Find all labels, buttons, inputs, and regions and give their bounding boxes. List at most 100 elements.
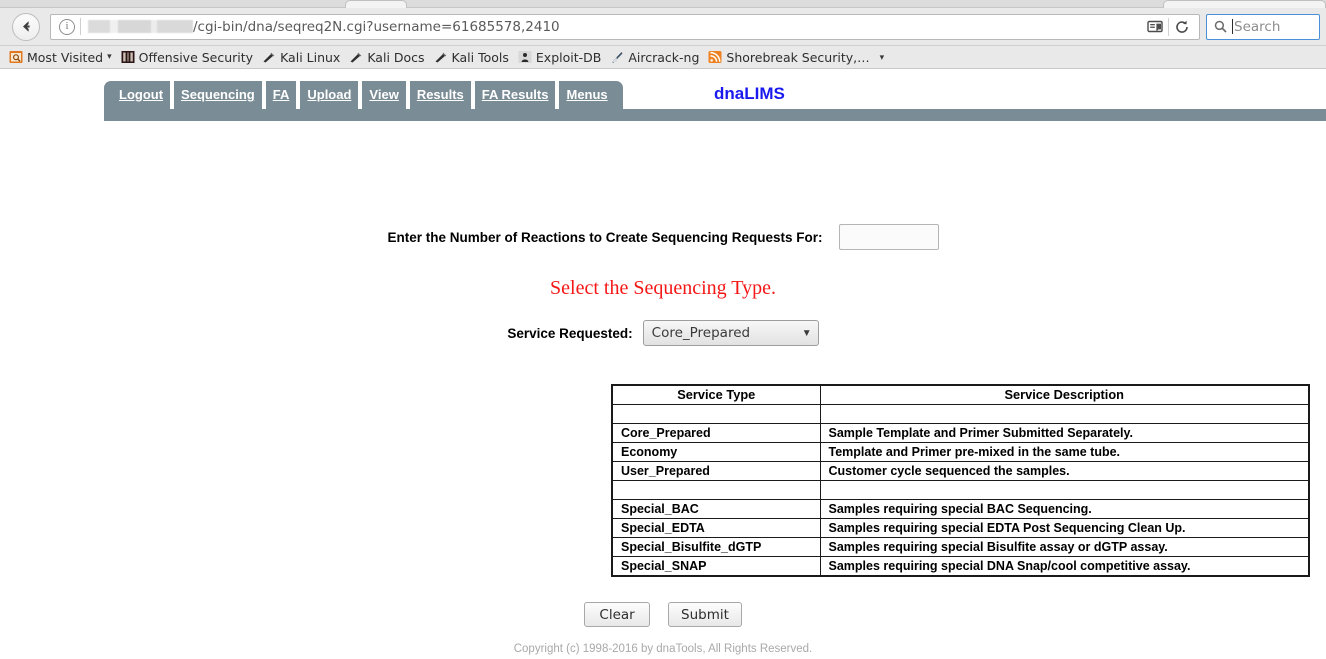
search-icon-wrap	[1211, 15, 1229, 39]
table-head: Service Type Service Description	[611, 384, 1310, 405]
tab-sequencing[interactable]: Sequencing	[174, 81, 262, 109]
copyright-text: Copyright (c) 1998-2016 by dnaTools, All…	[513, 643, 813, 655]
kali-docs-icon	[350, 52, 362, 63]
search-input[interactable]: Search	[1234, 19, 1280, 35]
bookmark-label: Kali Linux	[280, 49, 341, 65]
tab-menus[interactable]: Menus	[559, 81, 614, 109]
service-requested-label: Service Requested:	[507, 325, 633, 341]
table-cell-service-description	[819, 480, 1310, 500]
urlbar-icon-group	[1142, 15, 1195, 39]
reactions-label: Enter the Number of Reactions to Create …	[387, 229, 823, 245]
bookmark-kali-docs[interactable]: Kali Docs	[346, 50, 430, 65]
table-cell-service-type	[611, 404, 821, 424]
table-cell-service-description: Customer cycle sequenced the samples.	[819, 461, 1310, 481]
bookmark-kali-tools[interactable]: Kali Tools	[431, 50, 515, 65]
kali-tools-icon	[435, 52, 446, 63]
tab-fa-results[interactable]: FA Results	[475, 81, 556, 109]
reader-view-button[interactable]	[1142, 15, 1168, 39]
table-cell-service-type: Economy	[611, 442, 821, 462]
table-cell-service-type: Special_Bisulfite_dGTP	[611, 537, 821, 557]
reactions-input[interactable]	[838, 224, 939, 250]
table-row: Special_Bisulfite_dGTP Samples requiring…	[611, 537, 1310, 557]
clear-button[interactable]: Clear	[584, 602, 651, 627]
app-nav-tabs: Logout Sequencing FA Upload View Results…	[104, 81, 623, 109]
service-requested-select[interactable]: Core_Prepared ▼	[642, 320, 819, 346]
tab-logout[interactable]: Logout	[112, 81, 170, 109]
table-spacer-row	[611, 404, 1310, 424]
table-cell-service-description: Samples requiring special DNA Snap/cool …	[819, 556, 1310, 576]
bookmark-label: Exploit-DB	[535, 49, 602, 65]
table-row: Special_EDTA Samples requiring special E…	[611, 518, 1310, 538]
exploit-db-icon	[518, 51, 532, 63]
service-requested-value: Core_Prepared	[651, 325, 751, 341]
service-requested-row: Service Requested: Core_Prepared ▼	[0, 320, 1326, 346]
table-row: Special_BAC Samples requiring special BA…	[611, 499, 1310, 519]
back-arrow-icon	[22, 21, 30, 32]
tab-upload[interactable]: Upload	[300, 81, 358, 109]
tab-view[interactable]: View	[362, 81, 405, 109]
browser-tab-strip[interactable]	[0, 0, 1326, 8]
bookmark-most-visited[interactable]: Most Visited ▾	[6, 50, 118, 65]
table-cell-service-description: Sample Template and Primer Submitted Sep…	[819, 423, 1310, 443]
tab-results[interactable]: Results	[410, 81, 471, 109]
table-cell-service-description: Template and Primer pre-mixed in the sam…	[819, 442, 1310, 462]
table-row: Economy Template and Primer pre-mixed in…	[611, 442, 1310, 462]
table-cell-service-type: Core_Prepared	[611, 423, 821, 443]
browser-tab[interactable]	[1163, 0, 1326, 8]
table-cell-service-description: Samples requiring special EDTA Post Sequ…	[819, 518, 1310, 538]
table-cell-service-description: Samples requiring special Bisulfite assa…	[819, 537, 1310, 557]
bookmark-exploit-db[interactable]: Exploit-DB	[515, 50, 607, 65]
page-content: Logout Sequencing FA Upload View Results…	[0, 69, 1326, 655]
table-row: Special_SNAP Samples requiring special D…	[611, 556, 1310, 576]
table-row: User_Prepared Customer cycle sequenced t…	[611, 461, 1310, 481]
table-spacer-row	[611, 480, 1310, 500]
tab-fa[interactable]: FA	[266, 81, 297, 109]
bookmark-label: Kali Tools	[451, 49, 509, 65]
rss-feed-icon	[708, 51, 722, 63]
browser-tab[interactable]	[345, 0, 407, 8]
service-types-table: Service Type Service Description Core_Pr…	[611, 384, 1310, 577]
bookmark-label: Offensive Security	[138, 49, 254, 65]
bookmark-label: Kali Docs	[367, 49, 425, 65]
table-cell-service-type: Special_EDTA	[611, 518, 821, 538]
reader-view-icon	[1147, 20, 1163, 32]
chevron-down-icon: ▾	[107, 52, 112, 62]
bookmark-label: Shorebreak Security,…	[726, 49, 870, 65]
submit-button[interactable]: Submit	[668, 602, 742, 627]
redacted-hostname	[88, 20, 193, 33]
column-header-service-description: Service Description	[819, 384, 1310, 405]
bookmarks-overflow-chevron-icon[interactable]: ▾	[880, 52, 885, 63]
bookmark-kali-linux[interactable]: Kali Linux	[259, 50, 346, 65]
select-sequencing-type-prompt: Select the Sequencing Type.	[550, 277, 776, 299]
reload-button[interactable]	[1169, 15, 1195, 39]
reactions-field-row: Enter the Number of Reactions to Create …	[0, 224, 1326, 250]
table-cell-service-type: Special_BAC	[611, 499, 821, 519]
browser-navigation-bar: i /cgi-bin/dna/seqreq2N.cgi?username=616…	[0, 8, 1326, 46]
site-info-icon[interactable]: i	[59, 18, 75, 35]
table-cell-service-type: User_Prepared	[611, 461, 821, 481]
bookmark-aircrack-ng[interactable]: Aircrack-ng	[607, 50, 705, 65]
table-cell-service-type	[611, 480, 821, 500]
bookmark-label: Aircrack-ng	[628, 49, 700, 65]
form-buttons: Clear Submit	[0, 602, 1326, 627]
browser-chrome: i /cgi-bin/dna/seqreq2N.cgi?username=616…	[0, 0, 1326, 69]
back-button[interactable]	[12, 12, 40, 41]
url-text: /cgi-bin/dna/seqreq2N.cgi?username=61685…	[193, 18, 560, 35]
bookmark-shorebreak-security[interactable]: Shorebreak Security,…	[705, 50, 875, 65]
app-nav: Logout Sequencing FA Upload View Results…	[104, 81, 1326, 121]
bookmark-label: Most Visited	[27, 49, 104, 65]
aircrack-ng-icon	[612, 52, 623, 63]
app-brand-logo: dnaLIMS	[714, 84, 785, 103]
url-bar[interactable]: i /cgi-bin/dna/seqreq2N.cgi?username=616…	[50, 13, 1200, 40]
most-visited-icon	[9, 51, 23, 63]
url-divider	[80, 18, 81, 35]
search-bar[interactable]: Search	[1206, 13, 1320, 40]
bookmark-offensive-security[interactable]: Offensive Security	[118, 50, 259, 65]
search-text-caret	[1232, 19, 1233, 34]
bookmarks-bar: Most Visited ▾ Offensive Security Kali L…	[0, 46, 1326, 69]
table-row: Core_Prepared Sample Template and Primer…	[611, 423, 1310, 443]
table-cell-service-description	[819, 404, 1310, 424]
table-cell-service-description: Samples requiring special BAC Sequencing…	[819, 499, 1310, 519]
column-header-service-type: Service Type	[611, 384, 821, 405]
offensive-security-icon	[121, 51, 135, 63]
